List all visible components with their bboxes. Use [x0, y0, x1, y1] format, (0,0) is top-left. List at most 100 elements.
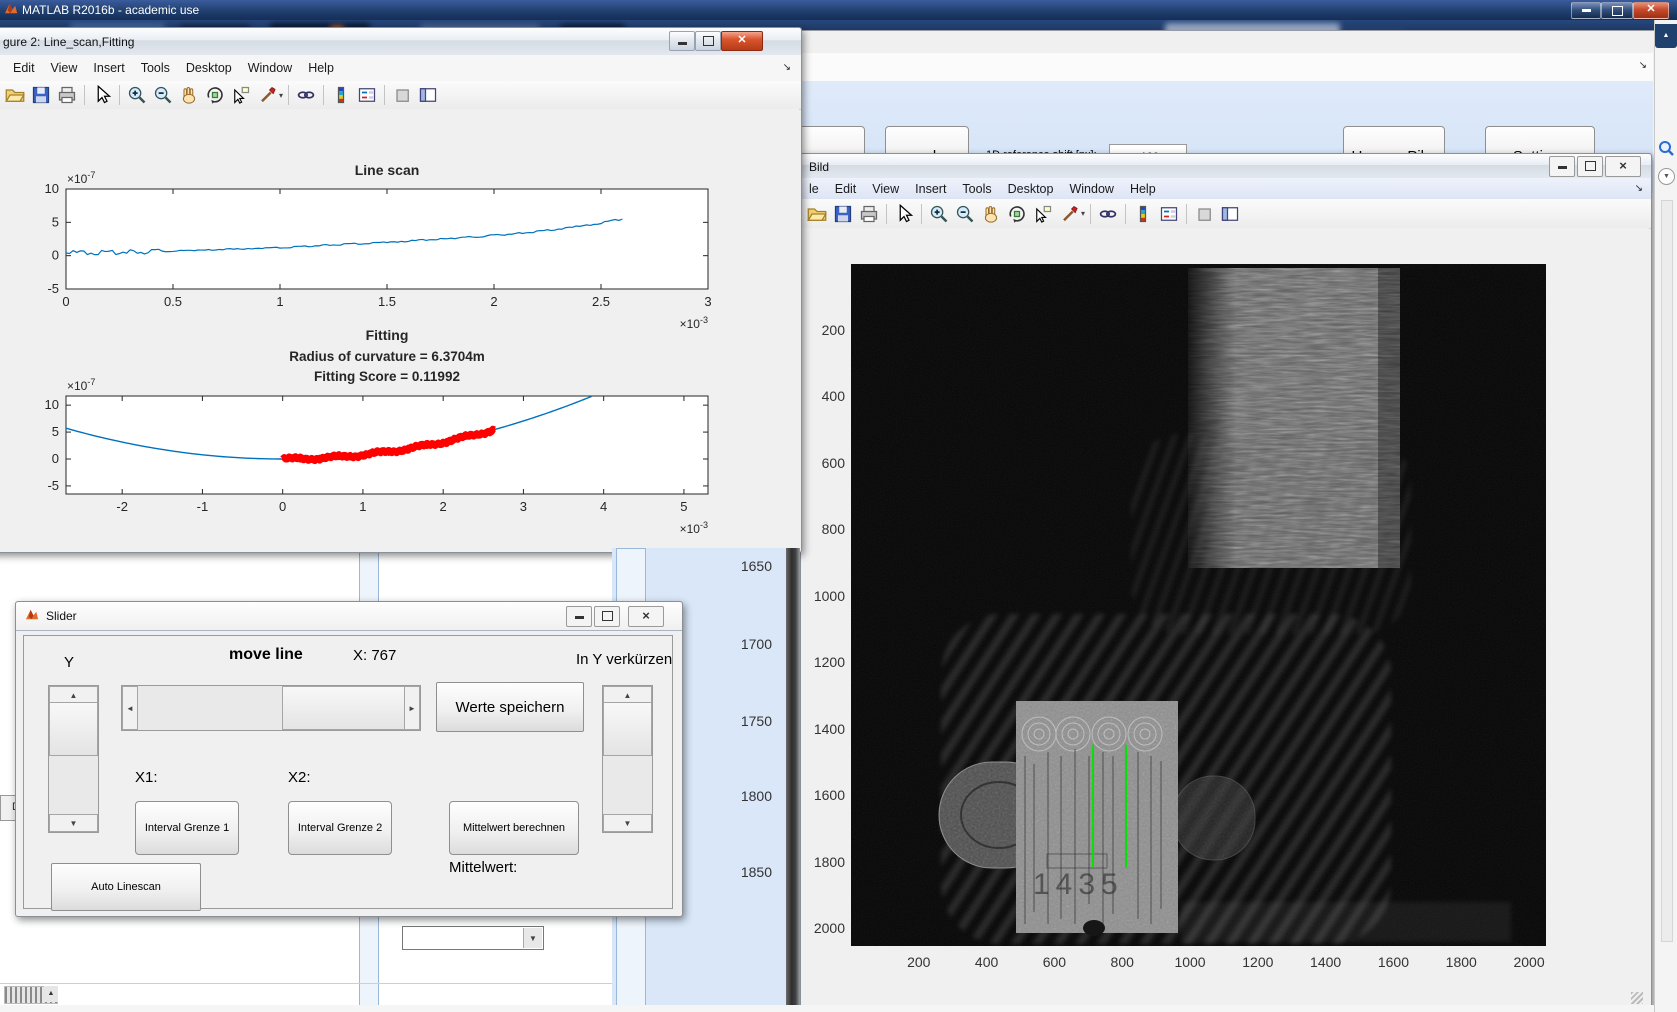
- brush-icon[interactable]: [255, 83, 279, 107]
- menu-window[interactable]: Window: [1061, 182, 1121, 196]
- cursor-icon[interactable]: [892, 202, 916, 226]
- in-y-verkuerzen-label: In Y verkürzen: [576, 651, 672, 668]
- werte-speichern-button[interactable]: Werte speichern: [436, 682, 584, 732]
- insert-colorbar-icon[interactable]: [1131, 202, 1155, 226]
- print-icon[interactable]: [857, 202, 881, 226]
- svg-text:5: 5: [680, 499, 687, 514]
- resize-grip[interactable]: [1631, 992, 1643, 1004]
- search-icon[interactable]: [1658, 140, 1675, 157]
- rotate-3d-icon[interactable]: [203, 83, 227, 107]
- menu-window[interactable]: Window: [240, 61, 300, 75]
- slider-left-icon[interactable]: ◄: [122, 686, 138, 730]
- interval-grenze1-button[interactable]: Interval Grenze 1: [135, 801, 239, 855]
- chevron-down-icon[interactable]: ▼: [523, 928, 542, 948]
- insert-legend-icon[interactable]: [355, 83, 379, 107]
- maximize-button[interactable]: [1577, 156, 1603, 177]
- menu-desktop[interactable]: Desktop: [1000, 182, 1062, 196]
- menu-overflow-icon[interactable]: ↘: [783, 62, 791, 73]
- hide-plot-tools-icon[interactable]: [1192, 202, 1216, 226]
- slider-thumb[interactable]: [282, 686, 406, 730]
- main-titlebar[interactable]: MATLAB R2016b - academic use ✕: [0, 0, 1677, 20]
- minimize-button[interactable]: [1571, 2, 1601, 19]
- menu-le[interactable]: le: [801, 182, 827, 196]
- print-icon[interactable]: [55, 83, 79, 107]
- minimize-button[interactable]: [669, 31, 695, 51]
- slider-right-icon[interactable]: ►: [404, 686, 420, 730]
- close-button[interactable]: ✕: [721, 31, 763, 51]
- bild-titlebar[interactable]: Bild ×: [801, 154, 1651, 179]
- close-button[interactable]: ✕: [1633, 2, 1669, 19]
- show-plot-tools-icon[interactable]: [416, 83, 440, 107]
- mittelwert-berechnen-button[interactable]: Mittelwert berechnen: [449, 801, 579, 855]
- menu-view[interactable]: View: [43, 61, 86, 75]
- svg-text:-1: -1: [197, 499, 209, 514]
- zoom-in-icon[interactable]: [125, 83, 149, 107]
- restore-button[interactable]: [1601, 2, 1633, 19]
- chevron-down-icon[interactable]: ▼: [1658, 168, 1675, 185]
- figure2-titlebar[interactable]: gure 2: Line_scan,Fitting ✕: [0, 28, 801, 56]
- open-folder-icon[interactable]: [805, 202, 829, 226]
- brush-icon[interactable]: [1057, 202, 1081, 226]
- link-icon[interactable]: [294, 83, 318, 107]
- pan-icon[interactable]: [979, 202, 1003, 226]
- interferogram-image[interactable]: 1435: [851, 264, 1546, 946]
- pan-icon[interactable]: [177, 83, 201, 107]
- insert-legend-icon[interactable]: [1157, 202, 1181, 226]
- minimize-button[interactable]: [566, 606, 592, 627]
- y-slider[interactable]: ▲ ▼: [48, 685, 99, 833]
- menu-edit[interactable]: Edit: [5, 61, 43, 75]
- brush-dropdown-icon[interactable]: ▾: [279, 91, 283, 100]
- menu-insert[interactable]: Insert: [85, 61, 132, 75]
- svg-text:-5: -5: [47, 281, 59, 296]
- scrollbar[interactable]: [1661, 200, 1673, 942]
- svg-text:×10-3: ×10-3: [680, 520, 708, 536]
- menu-insert[interactable]: Insert: [907, 182, 954, 196]
- maximize-button[interactable]: [594, 606, 620, 627]
- move-line-slider[interactable]: ◄ ►: [121, 685, 421, 731]
- zoom-out-icon[interactable]: [151, 83, 175, 107]
- menu-view[interactable]: View: [864, 182, 907, 196]
- figure2-plots[interactable]: Line scan00.511.522.53-50510×10-7×10-3Fi…: [0, 109, 799, 551]
- zoom-out-icon[interactable]: [953, 202, 977, 226]
- rotate-3d-icon[interactable]: [1005, 202, 1029, 226]
- save-icon[interactable]: [29, 83, 53, 107]
- close-button[interactable]: ×: [628, 606, 664, 627]
- close-button[interactable]: ×: [1605, 156, 1641, 177]
- menu-overflow-icon[interactable]: ↘: [1639, 60, 1647, 71]
- menu-edit[interactable]: Edit: [827, 182, 865, 196]
- splitter-arrow-icon[interactable]: ▲: [44, 986, 58, 1002]
- menu-help[interactable]: Help: [1122, 182, 1164, 196]
- slider-down-icon[interactable]: ▼: [49, 814, 98, 832]
- data-cursor-icon[interactable]: [1031, 202, 1055, 226]
- slider-thumb[interactable]: [49, 702, 98, 756]
- slider-titlebar[interactable]: Slider ×: [16, 602, 682, 631]
- auto-linescan-button[interactable]: Auto Linescan: [51, 863, 201, 911]
- brush-dropdown-icon[interactable]: ▾: [1081, 209, 1085, 218]
- insert-colorbar-icon[interactable]: [329, 83, 353, 107]
- data-cursor-icon[interactable]: [229, 83, 253, 107]
- save-icon[interactable]: [831, 202, 855, 226]
- collapse-panel-icon[interactable]: ▲: [1655, 24, 1677, 48]
- menu-overflow-icon[interactable]: ↘: [1635, 183, 1643, 194]
- zoom-in-icon[interactable]: [927, 202, 951, 226]
- minimize-button[interactable]: [1549, 156, 1575, 177]
- hide-plot-tools-icon[interactable]: [390, 83, 414, 107]
- cursor-icon[interactable]: [90, 83, 114, 107]
- menu-desktop[interactable]: Desktop: [178, 61, 240, 75]
- menu-tools[interactable]: Tools: [954, 182, 999, 196]
- slider-down-icon[interactable]: ▼: [603, 814, 652, 832]
- maximize-button[interactable]: [695, 31, 721, 51]
- bild-window-title: Bild: [809, 160, 829, 174]
- bild-ytick: 1600: [801, 787, 845, 803]
- interval-grenze2-button[interactable]: Interval Grenze 2: [288, 801, 392, 855]
- open-folder-icon[interactable]: [3, 83, 27, 107]
- bild-xtick: 1400: [1301, 954, 1351, 970]
- matlab-logo-icon: [25, 608, 40, 623]
- link-icon[interactable]: [1096, 202, 1120, 226]
- menu-help[interactable]: Help: [300, 61, 342, 75]
- background-combobox[interactable]: ▼: [402, 926, 544, 950]
- show-plot-tools-icon[interactable]: [1218, 202, 1242, 226]
- slider-thumb[interactable]: [603, 702, 652, 756]
- menu-tools[interactable]: Tools: [133, 61, 178, 75]
- in-y-slider[interactable]: ▲ ▼: [602, 685, 653, 833]
